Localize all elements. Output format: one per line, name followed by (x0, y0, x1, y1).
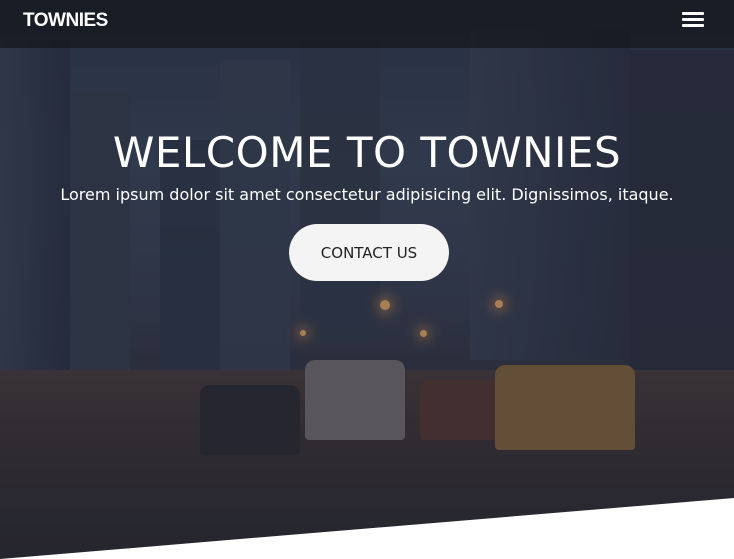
hero-subtitle: Lorem ipsum dolor sit amet consectetur a… (60, 185, 674, 204)
hero-title: WELCOME TO TOWNIES (112, 128, 622, 177)
top-navbar: TOWNIES (0, 0, 734, 48)
contact-us-button[interactable]: CONTACT US (289, 224, 449, 281)
brand-logo[interactable]: TOWNIES (23, 10, 108, 32)
hamburger-menu-icon[interactable] (682, 12, 704, 34)
